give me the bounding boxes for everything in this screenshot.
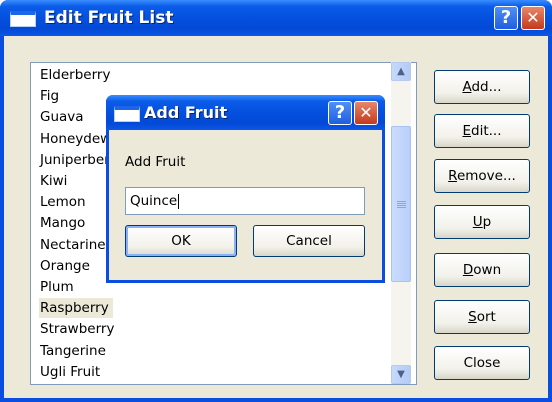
cancel-button[interactable]: Cancel	[253, 225, 365, 257]
help-icon[interactable]: ?	[494, 6, 518, 30]
edit-button-label: dit...	[471, 123, 502, 139]
dialog-title-bar[interactable]: Add Fruit ? ✕	[106, 95, 385, 130]
list-vertical-scrollbar[interactable]: ▲ ▼	[391, 62, 411, 384]
list-item[interactable]: Mango	[39, 213, 89, 233]
fruit-name-value: Quince	[130, 193, 178, 209]
list-item[interactable]: Kiwi	[39, 171, 71, 191]
thumb-grip-line	[397, 201, 406, 202]
edit-fruit-list-window: Edit Fruit List ? ✕ Elderberry Fig Guava Ho…	[0, 0, 552, 402]
text-caret	[178, 193, 180, 209]
list-item[interactable]: Raspberry	[39, 298, 113, 319]
list-item[interactable]: Strawberry	[39, 319, 118, 339]
dialog-client-area: Add Fruit Quince OK Cancel	[109, 130, 382, 280]
list-item[interactable]: Tangerine	[39, 341, 110, 361]
dialog-help-icon[interactable]: ?	[328, 101, 352, 125]
fruit-name-input[interactable]: Quince	[125, 187, 365, 215]
dialog-window-icon	[114, 106, 140, 122]
sort-button-label: ort	[476, 309, 496, 325]
ok-button[interactable]: OK	[125, 225, 237, 257]
list-item[interactable]: Elderberry	[39, 65, 114, 85]
list-item[interactable]: Lemon	[39, 192, 90, 212]
chevron-up-icon[interactable]: ▲	[391, 62, 411, 81]
remove-button-accelerator: R	[448, 168, 457, 184]
window-title: Edit Fruit List	[44, 8, 174, 28]
sort-button[interactable]: Sort	[434, 300, 530, 334]
up-button[interactable]: Up	[434, 205, 530, 239]
window-icon	[10, 11, 36, 27]
fruit-name-label: Add Fruit	[125, 154, 186, 170]
close-button[interactable]: Close	[434, 346, 530, 380]
down-button-label: own	[473, 262, 502, 278]
list-item[interactable]: Ugli Fruit	[39, 362, 104, 382]
add-button-label: dd...	[471, 79, 502, 95]
up-button-label: p	[482, 214, 492, 230]
remove-button-label: emove...	[456, 168, 516, 184]
dialog-title: Add Fruit	[144, 103, 228, 122]
list-item[interactable]: Orange	[39, 256, 94, 276]
chevron-down-icon[interactable]: ▼	[391, 365, 411, 384]
list-item[interactable]: Guava	[39, 107, 88, 127]
close-icon[interactable]: ✕	[521, 6, 545, 30]
down-button[interactable]: Down	[434, 253, 530, 287]
scrollbar-thumb[interactable]	[391, 126, 411, 282]
window-title-bar[interactable]: Edit Fruit List ? ✕	[0, 0, 552, 36]
list-item[interactable]: Plum	[39, 277, 78, 297]
down-button-accelerator: D	[462, 262, 474, 278]
sort-button-accelerator: S	[468, 309, 477, 325]
thumb-grip-line	[397, 205, 406, 206]
thumb-grip-line	[397, 203, 406, 204]
list-item[interactable]: Honeydew	[39, 129, 115, 149]
add-fruit-dialog: Add Fruit ? ✕ Add Fruit Quince OK Cancel	[106, 95, 385, 283]
remove-button[interactable]: Remove...	[434, 159, 530, 193]
add-button[interactable]: Add...	[434, 70, 530, 104]
list-item[interactable]: Fig	[39, 86, 63, 106]
thumb-grip-line	[397, 207, 406, 208]
edit-button[interactable]: Edit...	[434, 114, 530, 148]
dialog-close-icon[interactable]: ✕	[354, 101, 378, 125]
edit-button-accelerator: E	[462, 123, 472, 139]
list-item[interactable]: Nectarine	[39, 235, 110, 255]
up-button-accelerator: U	[472, 214, 483, 230]
